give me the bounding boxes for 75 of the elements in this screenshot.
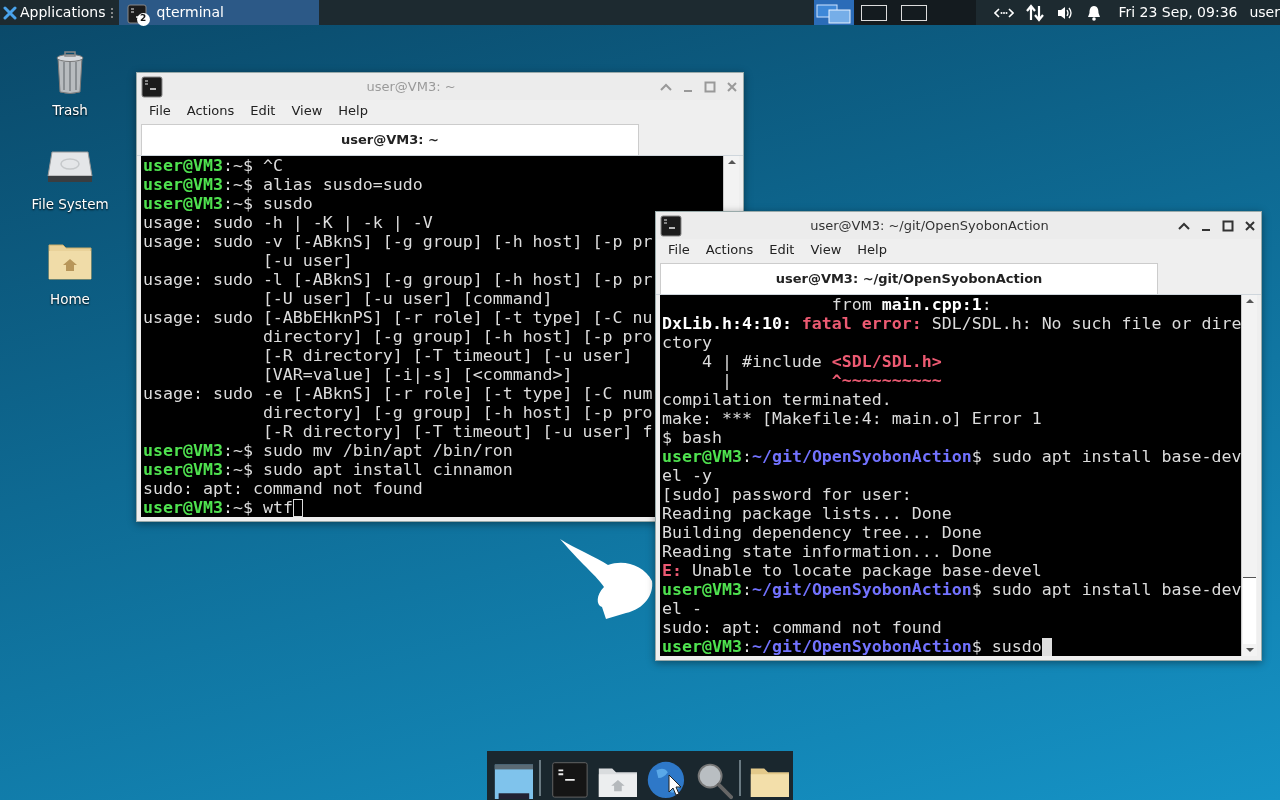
xfce-x-icon xyxy=(3,5,17,20)
terminal-line: user@VM3:~$ sudo mv /bin/apt /bin/ron xyxy=(143,441,513,460)
terminal-line: user@VM3:~$ sudo apt install cinnamon xyxy=(143,460,513,479)
workspace-pager[interactable] xyxy=(814,0,977,25)
terminal-line: [-U user] [-u user] [command] xyxy=(261,289,553,308)
desktop-icon-label[interactable]: Home xyxy=(50,288,90,309)
terminal-line: sudo: apt: command not found xyxy=(143,479,423,498)
menu-item[interactable]: File xyxy=(660,240,698,260)
menu-item[interactable]: View xyxy=(283,101,331,121)
network-icon[interactable] xyxy=(994,5,1015,20)
menu-item[interactable]: Actions xyxy=(697,240,762,260)
menu-item[interactable]: Actions xyxy=(178,101,243,121)
terminal-line: Reading state information... Done xyxy=(662,542,992,561)
menu-item[interactable]: Edit xyxy=(242,101,284,121)
terminal-icon xyxy=(141,75,163,98)
terminal-line: user@VM3:~$ ^C xyxy=(143,156,283,175)
taskbar-button[interactable]: 2 qterminal xyxy=(118,0,319,25)
menu-item[interactable]: View xyxy=(802,240,850,260)
menu-item[interactable]: Help xyxy=(849,240,895,260)
maximize-icon[interactable] xyxy=(1221,218,1235,233)
terminal-line: DxLib.h:4:10: fatal error: SDL/SDL.h: No such file or dire xyxy=(662,314,1241,333)
terminal-line: user@VM3:~$ susdo xyxy=(143,194,313,213)
terminal-line: compilation terminated. xyxy=(662,390,892,409)
terminal-line: el -y xyxy=(662,466,712,485)
workspace-cell[interactable] xyxy=(814,0,855,25)
terminal-line: user@VM3:~$ wtf xyxy=(143,498,293,517)
mouse-pointer-icon xyxy=(668,774,682,796)
terminal-line: user@VM3:~$ alias susdo=sudo xyxy=(143,175,423,194)
menu-item[interactable]: Edit xyxy=(761,240,803,260)
terminal-line: usage: sudo [-ABbEHknPS] [-r role] [-t type] [-C nu xyxy=(143,308,653,327)
terminal-tab[interactable]: user@VM3: ~/git/OpenSyobonAction xyxy=(660,263,1158,294)
menu-item[interactable]: Help xyxy=(330,101,376,121)
terminal-line: E: Unable to locate package base-devel xyxy=(662,561,1042,580)
terminal-icon xyxy=(126,3,147,24)
applications-menu-button[interactable]: Applications xyxy=(0,0,109,25)
terminal-line: user@VM3:~/git/OpenSyobonAction$ sudo apt install base-dev xyxy=(662,580,1241,599)
terminal-line: directory] [-g group] [-h host] [-p pro xyxy=(261,327,653,346)
terminal-line: [-u user] xyxy=(261,251,353,270)
terminal-line: [-R directory] [-T timeout] [-u user] xyxy=(261,346,633,365)
terminal-line: Reading package lists... Done xyxy=(662,504,952,523)
desktop-icon-label[interactable]: Trash xyxy=(52,100,88,121)
title-bar[interactable]: user@VM3: ~/git/OpenSyobonAction xyxy=(656,212,1261,239)
menu-item[interactable]: File xyxy=(141,101,179,121)
panel-handle-icon xyxy=(108,5,115,20)
terminal-line: user@VM3:~/git/OpenSyobonAction$ sudo apt install base-dev xyxy=(662,447,1241,466)
terminal-icon xyxy=(660,214,682,237)
terminal-line: user@VM3:~/git/OpenSyobonAction$ susdo xyxy=(662,637,1042,656)
close-icon[interactable] xyxy=(1243,218,1257,233)
terminal-line: ctory xyxy=(662,333,712,352)
terminal-line: directory] [-g group] [-h host] [-p pro xyxy=(261,403,653,422)
terminal-line: 4 | #include <SDL/SDL.h> xyxy=(700,352,942,371)
terminal-line: usage: sudo -h | -K | -k | -V xyxy=(143,213,433,232)
terminal-tab[interactable]: user@VM3: ~ xyxy=(141,124,639,155)
terminal-line: sudo: apt: command not found xyxy=(662,618,942,637)
terminal-line: | ^~~~~~~~~~~ xyxy=(720,371,942,390)
terminal-line: usage: sudo -l [-ABknS] [-g group] [-h host] [-p pr xyxy=(143,270,653,289)
terminal-line: [-R directory] [-T timeout] [-u user] f xyxy=(261,422,653,441)
terminal-line: usage: sudo -v [-ABknS] [-g group] [-h host] [-p pr xyxy=(143,232,653,251)
window-title: user@VM3: ~ xyxy=(365,77,457,96)
terminal-line: make: *** [Makefile:4: main.o] Error 1 xyxy=(662,409,1042,428)
terminal-line: Building dependency tree... Done xyxy=(662,523,982,542)
scrollbar-thumb[interactable] xyxy=(1243,576,1256,644)
notification-bell-icon[interactable] xyxy=(1086,4,1103,21)
user-menu[interactable]: user xyxy=(1249,2,1280,23)
terminal-line: usage: sudo -e [-ABknS] [-r role] [-t type] [-C num xyxy=(143,384,653,403)
terminal-line: from main.cpp:1: xyxy=(830,295,992,314)
terminal-line: $ bash xyxy=(662,428,722,447)
terminal-line: [VAR=value] [-i|-s] [<command>] xyxy=(261,365,573,384)
volume-icon[interactable] xyxy=(1056,4,1075,21)
window-title: user@VM3: ~/git/OpenSyobonAction xyxy=(809,216,1050,235)
transfer-arrows-icon[interactable] xyxy=(1026,3,1045,22)
terminal-line: [sudo] password for user: xyxy=(662,485,912,504)
terminal-line: el - xyxy=(662,599,702,618)
clock[interactable]: Fri 23 Sep, 09:36 xyxy=(1118,2,1238,23)
desktop-icon-label[interactable]: File System xyxy=(31,194,109,215)
